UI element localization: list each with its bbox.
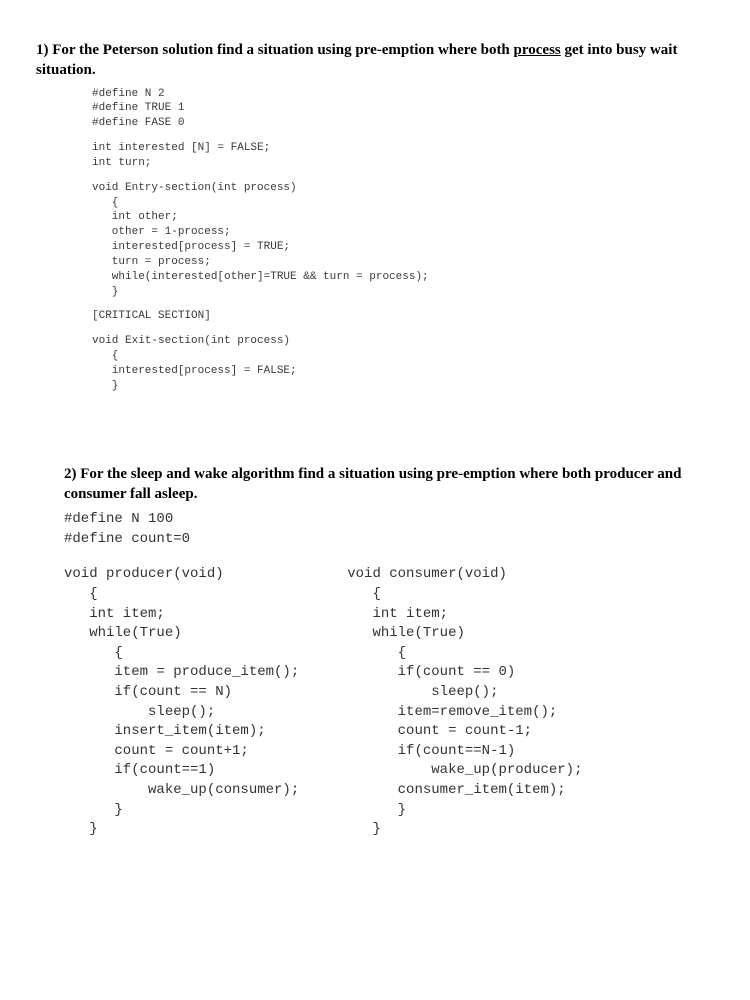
q1-number: 1) bbox=[36, 42, 49, 58]
q2-code-consumer: void consumer(void) { int item; while(Tr… bbox=[347, 565, 582, 839]
q1-code-defines: #define N 2 #define TRUE 1 #define FASE … bbox=[92, 87, 714, 132]
q1-code-critical: [CRITICAL SECTION] bbox=[92, 309, 714, 324]
q2-heading: 2) For the sleep and wake algorithm find… bbox=[64, 464, 714, 505]
q1-text-underlined: process bbox=[514, 42, 561, 58]
q1-code-exit: void Exit-section(int process) { interes… bbox=[92, 334, 714, 393]
q1-code-entry: void Entry-section(int process) { int ot… bbox=[92, 181, 714, 300]
q1-heading: 1) For the Peterson solution find a situ… bbox=[36, 40, 714, 81]
q2-code-producer: void producer(void) { int item; while(Tr… bbox=[64, 565, 299, 839]
q2-text: For the sleep and wake algorithm find a … bbox=[64, 466, 681, 502]
q2-number: 2) bbox=[64, 466, 77, 482]
q2-code-defines: #define N 100 #define count=0 bbox=[64, 510, 714, 549]
q1-text-a: For the Peterson solution find a situati… bbox=[52, 42, 513, 58]
q2-code-columns: void producer(void) { int item; while(Tr… bbox=[64, 565, 714, 839]
q1-code-globals: int interested [N] = FALSE; int turn; bbox=[92, 141, 714, 171]
